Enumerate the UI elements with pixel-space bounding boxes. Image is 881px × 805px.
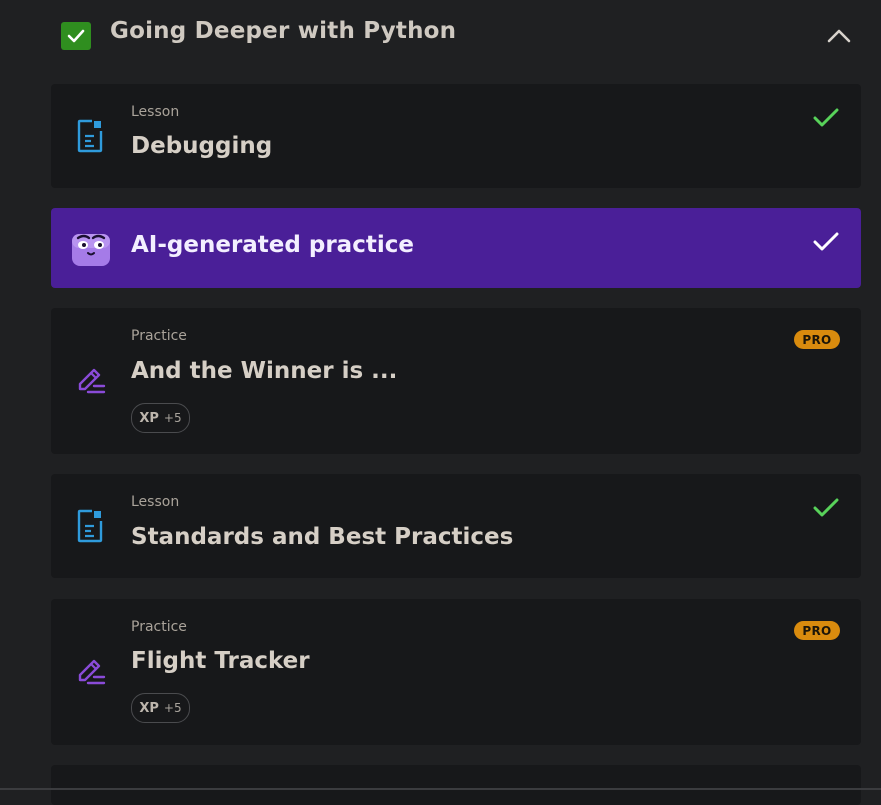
next-item-card-partial[interactable] (51, 765, 861, 805)
item-title: Standards and Best Practices (131, 524, 514, 550)
ai-practice-card[interactable]: AI-generated practice (51, 208, 861, 288)
completed-check-icon (813, 498, 839, 517)
item-title: AI-generated practice (131, 232, 414, 258)
chevron-up-icon[interactable] (826, 26, 852, 46)
section-title: Going Deeper with Python (110, 18, 457, 44)
section-complete-checkbox (61, 22, 91, 50)
completed-check-icon (813, 108, 839, 127)
practice-pencil-icon (78, 368, 106, 394)
item-type-label: Practice (131, 619, 187, 635)
section-header[interactable]: Going Deeper with Python (0, 0, 881, 72)
lesson-document-icon (77, 119, 103, 153)
item-type-label: Lesson (131, 494, 180, 510)
xp-value: +5 (163, 701, 182, 715)
pro-badge: PRO (794, 330, 840, 349)
xp-badge: XP +5 (131, 403, 190, 433)
item-type-label: Practice (131, 328, 187, 344)
xp-value: +5 (163, 411, 182, 425)
practice-card-flight-tracker[interactable]: Practice Flight Tracker XP +5 PRO (51, 599, 861, 745)
item-title: Debugging (131, 133, 273, 159)
lesson-card-debugging[interactable]: Lesson Debugging (51, 84, 861, 188)
practice-card-and-the-winner-is[interactable]: Practice And the Winner is ... XP +5 PRO (51, 308, 861, 454)
ai-mascot-icon (72, 234, 110, 266)
completed-check-icon (813, 232, 839, 251)
practice-pencil-icon (78, 659, 106, 685)
lesson-card-standards[interactable]: Lesson Standards and Best Practices (51, 474, 861, 578)
xp-badge: XP +5 (131, 693, 190, 723)
scroll-divider (0, 788, 881, 790)
item-title: Flight Tracker (131, 648, 310, 674)
pro-badge: PRO (794, 621, 840, 640)
xp-label: XP (139, 410, 159, 426)
checkmark-icon (67, 29, 85, 43)
item-title: And the Winner is ... (131, 358, 398, 384)
lesson-document-icon (77, 509, 103, 543)
xp-label: XP (139, 700, 159, 716)
item-type-label: Lesson (131, 104, 180, 120)
